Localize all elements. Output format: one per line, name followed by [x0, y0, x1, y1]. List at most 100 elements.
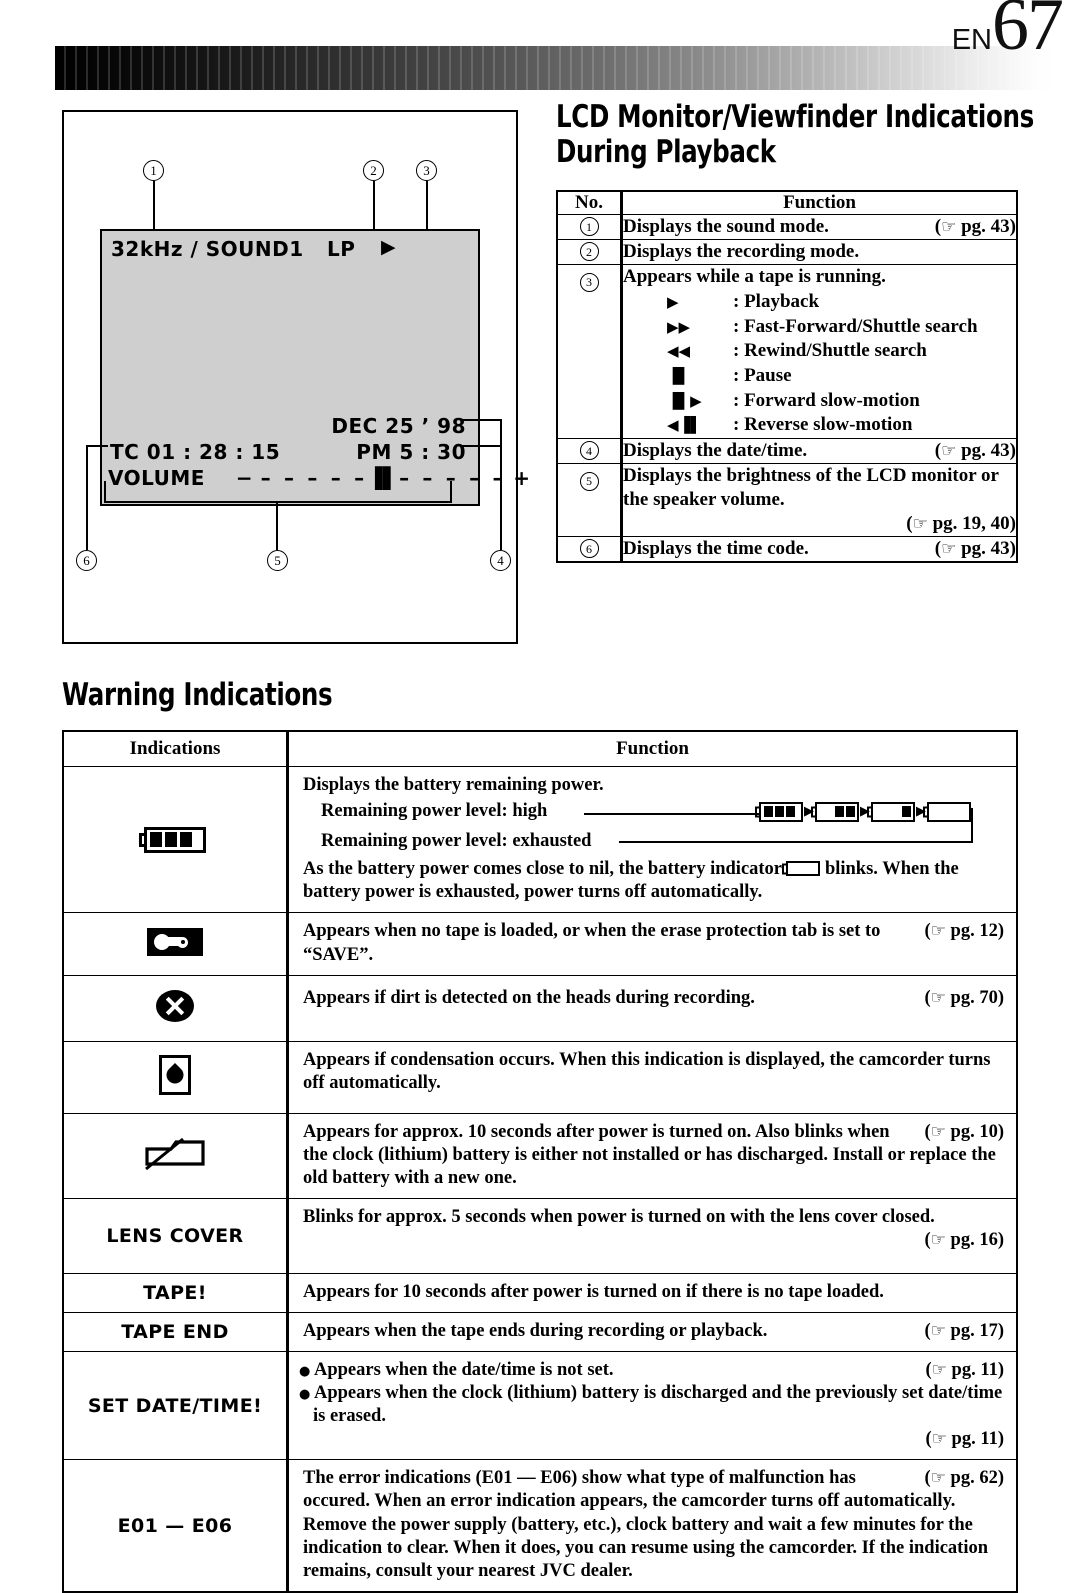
- callout-5-bracket-left: [104, 481, 106, 503]
- battery-exhausted-row: Remaining power level: exhausted: [321, 808, 1004, 854]
- table-row: (☞ pg. 10) Appears for approx. 10 second…: [62, 1112, 1018, 1200]
- row-text: Displays the brightness of the LCD monit…: [623, 464, 999, 510]
- callout-4-leader-date: [462, 419, 502, 421]
- list-item: ▶▶: Fast-Forward/Shuttle search: [667, 315, 1016, 340]
- table-row: 2 Displays the recording mode.: [556, 238, 1018, 265]
- table-row: 3 Appears while a tape is running. ▶: Pl…: [556, 263, 1018, 439]
- page-ref: (☞ pg. 10): [924, 1121, 1004, 1142]
- table-row: LENS COVER Blinks for approx. 5 seconds …: [62, 1198, 1018, 1274]
- page-ref-text: pg. 19, 40: [932, 512, 1010, 534]
- osd-volume-bar: VOLUME − – – – – –▐▌– – – – – +: [108, 466, 530, 490]
- row-text: Remaining power level: exhausted: [321, 831, 592, 852]
- table-row: (☞ pg. 70) Appears if dirt is detected o…: [62, 974, 1018, 1042]
- function-cell: (☞ pg. 10) Appears for approx. 10 second…: [287, 1112, 1018, 1200]
- callout-2: 2: [363, 160, 384, 181]
- header-no: No.: [556, 190, 623, 215]
- page-ref: (☞ pg. 16): [924, 1230, 1004, 1251]
- volume-marker: ▐▌: [367, 466, 400, 490]
- row-function-cell: Appears while a tape is running. ▶: Play…: [621, 263, 1018, 439]
- page-ref: (☞ pg. 43): [934, 537, 1016, 559]
- page-ref: (☞ pg. 62): [924, 1468, 1004, 1489]
- table-row: 6 (☞ pg. 43) Displays the time code.: [556, 535, 1018, 563]
- indication-label: SET DATE/TIME!: [87, 1394, 263, 1417]
- indication-label: E01 — E06: [117, 1514, 233, 1537]
- pointing-hand-icon: ☞: [930, 1468, 946, 1489]
- row-number-cell: 6: [556, 535, 623, 563]
- page-ref: (☞ pg. 70): [924, 988, 1004, 1009]
- forward-slow-motion-icon: ▐▌▶: [667, 391, 702, 410]
- osd-time: PM 5 : 30: [356, 440, 466, 464]
- row-number-cell: 4: [556, 437, 623, 464]
- circled-number: 2: [579, 242, 599, 262]
- page-ref-text: pg. 16: [950, 1230, 998, 1251]
- battery-icon-two-thirds: [811, 801, 859, 822]
- pointing-hand-icon: ☞: [930, 921, 946, 942]
- callout-6-leader-h: [86, 445, 108, 447]
- list-item-label: : Pause: [733, 364, 792, 386]
- callout-6: 6: [76, 550, 97, 571]
- volume-plus: +: [513, 466, 531, 490]
- dirty-head-icon: [156, 989, 194, 1022]
- pause-icon: ▐▌: [667, 366, 691, 385]
- callout-5-bracket-right: [450, 481, 452, 503]
- osd-sound-mode: 32kHz / SOUND1: [111, 237, 304, 261]
- callout-4-leader-time: [462, 445, 502, 447]
- row-function-cell: (☞ pg. 43) Displays the time code.: [621, 535, 1018, 563]
- pointing-hand-icon: ☞: [931, 1429, 947, 1450]
- battery-icon: [139, 826, 206, 853]
- osd-volume-label: VOLUME: [108, 466, 205, 490]
- osd-time-code: TC 01 : 28 : 15: [110, 440, 281, 464]
- list-item-label: : Playback: [733, 290, 820, 312]
- row-text: Appears when no tape is loaded, or when …: [303, 921, 881, 965]
- row-function-cell: (☞ pg. 43) Displays the sound mode.: [621, 214, 1018, 240]
- list-item-label: : Forward slow-motion: [733, 389, 920, 411]
- page-ref-text: pg. 43: [961, 216, 1010, 237]
- play-icon: ▶: [381, 236, 397, 258]
- function-cell: (☞ pg. 62) The error indications (E01 — …: [287, 1459, 1018, 1593]
- function-cell: Blinks for approx. 5 seconds when power …: [287, 1198, 1018, 1274]
- page-title: LCD Monitor/Viewfinder Indications Durin…: [556, 99, 1034, 171]
- table-header-row: No. Function: [556, 190, 1018, 215]
- row-text: Appears when the clock (lithium) battery…: [313, 1382, 1003, 1426]
- page-ref-text: pg. 62: [950, 1468, 998, 1489]
- warning-indications-title: Warning Indications: [62, 677, 333, 713]
- row-number-cell: 1: [556, 214, 623, 240]
- row-text: Appears while a tape is running.: [623, 265, 886, 287]
- list-item: ▐▌▶ : Forward slow-motion: [667, 389, 1016, 414]
- tape-icon: [147, 927, 203, 956]
- indication-cell: TAPE END: [62, 1311, 289, 1352]
- callout-5-bracket-bottom: [104, 501, 452, 503]
- row-text: Displays the sound mode.: [623, 216, 829, 237]
- tape-status-icon-list: ▶: Playback ▶▶: Fast-Forward/Shuttle sea…: [667, 290, 1016, 438]
- gradient-stripes: [55, 46, 1055, 90]
- list-item: ● Appears when the clock (lithium) batte…: [299, 1382, 1004, 1451]
- function-table: No. Function 1 (☞ pg. 43) Displays the s…: [556, 190, 1018, 563]
- warning-indications-table: Indications Function Displays the batter…: [62, 730, 1018, 1593]
- pointing-hand-icon: ☞: [941, 440, 957, 461]
- row-text: Appears when the tape ends during record…: [303, 1320, 768, 1341]
- list-item: ◀▐▌: Reverse slow-motion: [667, 413, 1016, 438]
- function-cell: (☞ pg. 12) Appears when no tape is loade…: [287, 912, 1018, 976]
- row-text: Remaining power level: high: [321, 801, 548, 822]
- callout-1-leader: [152, 181, 155, 231]
- page-ref: (☞ pg. 11): [925, 1359, 1005, 1380]
- callout-1: 1: [143, 160, 164, 181]
- lcd-illustration-panel: 1 2 3 32kHz / SOUND1 LP ▶ DEC 25 ’ 98 PM…: [62, 110, 530, 644]
- list-item: (☞ pg. 11) ● Appears when the date/time …: [299, 1359, 1004, 1382]
- indication-cell: SET DATE/TIME!: [62, 1350, 289, 1461]
- indication-cell: [62, 974, 289, 1042]
- leader-line-high: [584, 813, 759, 816]
- lcd-screen: 32kHz / SOUND1 LP ▶ DEC 25 ’ 98 PM 5 : 3…: [100, 229, 530, 506]
- callout-2-leader: [372, 181, 375, 231]
- callout-6-leader-v: [86, 445, 88, 550]
- table-row: E01 — E06 (☞ pg. 62) The error indicatio…: [62, 1459, 1018, 1593]
- page-ref-text: pg. 17: [950, 1320, 998, 1341]
- row-text: Appears for approx. 10 seconds after pow…: [303, 1121, 996, 1189]
- header-function: Function: [621, 190, 1018, 215]
- page-ref: (☞ pg. 11): [925, 1429, 1005, 1450]
- row-function-cell: Displays the recording mode.: [621, 238, 1018, 265]
- circled-number: 5: [579, 471, 599, 491]
- row-text: Appears if condensation occurs. When thi…: [303, 1049, 991, 1093]
- reverse-slow-motion-icon: ◀▐▌: [667, 416, 702, 435]
- bullet-icon: ●: [299, 1363, 311, 1379]
